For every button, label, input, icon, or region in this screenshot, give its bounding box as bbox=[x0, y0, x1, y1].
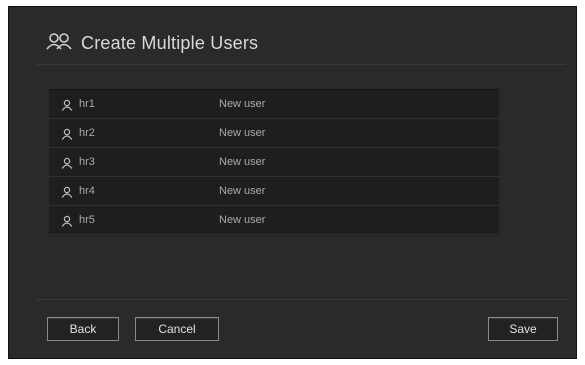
create-multiple-users-dialog: Create Multiple Users hr1 New user hr2 N… bbox=[8, 6, 577, 359]
list-item: hr1 New user bbox=[49, 90, 499, 119]
back-button[interactable]: Back bbox=[47, 317, 119, 341]
list-item: hr2 New user bbox=[49, 119, 499, 148]
user-icon bbox=[61, 156, 73, 169]
cancel-button[interactable]: Cancel bbox=[135, 317, 219, 341]
user-icon bbox=[61, 127, 73, 140]
user-name: hr4 bbox=[79, 185, 95, 197]
header-divider bbox=[37, 64, 566, 65]
user-list: hr1 New user hr2 New user hr3 New user h… bbox=[49, 89, 499, 236]
user-icon bbox=[61, 98, 73, 111]
user-name: hr1 bbox=[79, 98, 95, 110]
user-status: New user bbox=[219, 98, 266, 110]
list-item: hr4 New user bbox=[49, 177, 499, 206]
save-button[interactable]: Save bbox=[488, 317, 558, 341]
user-icon bbox=[61, 214, 73, 227]
user-status: New user bbox=[219, 214, 266, 226]
user-name: hr5 bbox=[79, 214, 95, 226]
list-item: hr3 New user bbox=[49, 148, 499, 177]
user-icon bbox=[61, 185, 73, 198]
user-status: New user bbox=[219, 156, 266, 168]
user-name: hr3 bbox=[79, 156, 95, 168]
footer-divider bbox=[37, 299, 566, 300]
users-icon bbox=[45, 31, 75, 53]
dialog-title: Create Multiple Users bbox=[81, 33, 259, 53]
user-status: New user bbox=[219, 185, 266, 197]
list-item: hr5 New user bbox=[49, 206, 499, 235]
user-status: New user bbox=[219, 127, 266, 139]
user-name: hr2 bbox=[79, 127, 95, 139]
